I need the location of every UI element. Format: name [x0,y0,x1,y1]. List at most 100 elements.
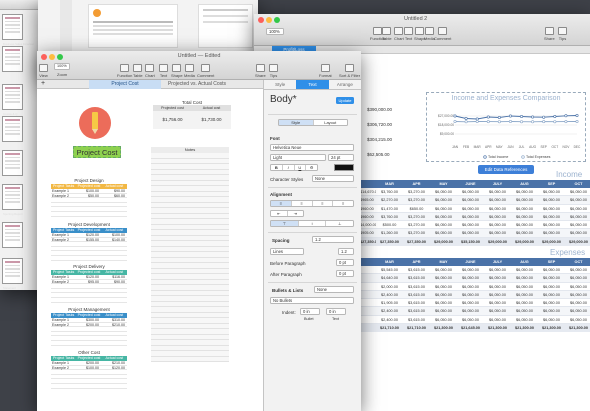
tab-text[interactable]: Text [296,80,329,89]
paragraph-style-name[interactable]: Body* [270,94,297,105]
empty-row[interactable] [51,256,127,261]
character-styles-select[interactable]: None [312,175,354,182]
font-weight-select[interactable]: Light [270,154,326,161]
template-thumbnail[interactable] [2,222,23,248]
style-layout-segment[interactable]: Style Layout [278,119,348,126]
table-row[interactable]: $965.00 $2,270.00 $3,270.00 $6,050.00 $6,050… [360,196,590,205]
table-row[interactable]: Example 2 $200.00 $210.00 [51,323,127,328]
update-button[interactable]: Update [336,97,354,104]
zoom-select[interactable]: 100% [54,63,70,70]
tab-arrange[interactable]: Arrange [329,80,361,89]
section-table[interactable]: Project Design Project Tasks Projected cos… [51,178,127,217]
text-color-well[interactable] [334,164,354,171]
table-row[interactable]: $2,400.00 $3,615.00 $6,050.00 $6,050.00 $6,0… [360,316,590,325]
toolbar-share-button[interactable]: Share [544,27,555,41]
toolbar-media-button[interactable]: Media [184,64,195,78]
toolbar-comment-button[interactable]: Comment [434,27,451,41]
template-thumbnail[interactable] [2,116,23,142]
toolbar-chart-button[interactable]: Chart [394,27,404,41]
tab-projected-vs-actual[interactable]: Projected vs. Actual Costs [161,80,233,89]
template-thumbnail[interactable]: Business Sales Forecast [2,14,34,46]
tab-project-cost[interactable]: Project Cost [89,80,161,89]
table-row[interactable]: $905.00 $1,260.00 $3,270.00 $6,050.00 $6,050… [360,229,590,238]
gear-icon[interactable]: ⚙ [306,165,317,170]
total-row[interactable]: $27,350.00$27,350.00$27,350.00$29,000.00… [360,237,590,247]
template-thumbnail[interactable]: Sporting Report [2,184,23,216]
expense-table[interactable]: MARAPRMAYJUNEJULYAUGSEPOCTNOVDEC$5,545.0… [360,258,590,333]
bold-button[interactable]: B [271,165,283,170]
template-thumbnail[interactable]: Statement [2,258,23,290]
total-cost-table[interactable]: Total Cost Projected cost Actual cost $1… [153,100,231,129]
table-row[interactable]: $5,545.00 $3,615.00 $6,050.00 $6,050.00 $6,0… [360,266,590,275]
align-right-icon[interactable]: ≡ [313,201,334,206]
table-row[interactable]: $1,905.00 $3,615.00 $6,050.00 $6,050.00 $6,0… [360,299,590,308]
decrease-indent-icon[interactable]: ⇤ [271,211,288,216]
table-row[interactable]: $4,000.00 $500.00 $3,270.00 $6,050.00 $6,050… [360,221,590,230]
empty-row[interactable] [51,212,127,217]
italic-button[interactable]: I [283,165,295,170]
income-table[interactable]: MARAPRMAYJUNEJULYAUGSEPOCTNOVDEC$14,670.… [360,180,590,247]
lines-value-field[interactable]: 1.2 [338,248,354,255]
toolbar-text-button[interactable]: Text [159,64,168,78]
spacing-select[interactable]: 1.2 [312,236,354,243]
toolbar-table-button[interactable]: Table [382,27,392,41]
valign-top-icon[interactable]: ⊤ [271,221,299,226]
subtab-style[interactable]: Style [279,120,314,125]
bullets-lists-select[interactable]: None [314,286,354,293]
no-bullets-select[interactable]: No Bullets [270,297,354,304]
align-left-icon[interactable]: ≡ [271,201,292,206]
table-row[interactable]: $14,670.00 $3,760.00 $3,270.00 $6,050.00 $6,… [360,188,590,197]
template-thumbnail[interactable]: Invoice & Q [2,84,23,116]
text-indent-field[interactable]: 0 in [326,308,346,315]
font-size-field[interactable]: 24 pt [328,154,354,161]
bullet-indent-field[interactable]: 0 in [300,308,320,315]
tab-style[interactable]: Style [264,80,296,89]
table-row[interactable]: $2,400.00 $3,615.00 $6,050.00 $6,050.00 $6,0… [360,307,590,316]
table-row[interactable]: $4,640.00 $3,615.00 $6,050.00 $6,050.00 $6,0… [360,274,590,283]
font-family-select[interactable]: Helvetica Neue [270,144,354,151]
after-paragraph-field[interactable]: 0 pt [336,270,354,277]
toolbar-text-button[interactable]: Text [404,27,413,41]
notes-area[interactable] [151,153,229,362]
horizontal-alignment[interactable]: ≡ ≡ ≡ ≡ [270,200,354,207]
income-expenses-chart[interactable]: Income and Expenses Comparison $27,000.0… [426,92,586,162]
template-thumbnail[interactable] [2,46,23,72]
back-zoom-select[interactable]: 100% [266,28,284,35]
table-row[interactable]: $2,400.00 $3,615.00 $6,050.00 $6,050.00 $6,0… [360,290,590,300]
valign-middle-icon[interactable]: ↕ [299,221,327,226]
total-row[interactable]: $21,710.00 $21,710.00 $21,300.00 $21,645.00… [360,324,590,333]
align-justify-icon[interactable]: ≡ [333,201,353,206]
empty-row[interactable] [51,341,127,346]
edit-data-references-button[interactable]: Edit Data References [478,165,534,174]
before-paragraph-field[interactable]: 0 pt [336,259,354,266]
toolbar-format-button[interactable]: Format [319,64,332,78]
toolbar-shape-button[interactable]: Shape [171,64,183,78]
section-table[interactable]: Project Management Project Tasks Projected… [51,307,127,346]
table-row[interactable]: $2,000.00 $3,615.00 $6,050.00 $6,050.00 $6,0… [360,283,590,291]
table-row[interactable]: Example 2 $100.00 $120.00 [51,366,127,371]
underline-button[interactable]: U [295,165,307,170]
table-row[interactable]: $960.00 $3,760.00 $3,270.00 $6,050.00 $6,050… [360,212,590,222]
table-row[interactable]: Example 2 $95.00 $90.00 [51,280,127,285]
increase-indent-icon[interactable]: ⇥ [288,211,304,216]
indent-buttons[interactable]: ⇤ ⇥ [270,210,304,217]
table-row[interactable]: Example 2 $155.00 $140.00 [51,238,127,243]
toolbar-comment-button[interactable]: Comment [197,64,214,78]
valign-bottom-icon[interactable]: ⊥ [326,221,353,226]
toolbar-sort-filter-button[interactable]: Sort & Filter [339,64,360,78]
toolbar-table-button[interactable]: Table [133,64,143,78]
toolbar-view-button[interactable]: View [39,64,48,78]
table-row[interactable]: Example 2 $50.00 $60.00 [51,194,127,199]
toolbar-function-button[interactable]: Function [117,64,132,78]
empty-row[interactable] [51,384,127,389]
lines-select[interactable]: Lines [270,248,304,255]
align-center-icon[interactable]: ≡ [292,201,313,206]
template-thumbnail[interactable] [2,150,23,176]
toolbar-tips-button[interactable]: Tips [269,64,278,78]
table-row[interactable]: $960.00 $1,470.00 $650.00 $6,050.00 $6,050.0… [360,205,590,213]
empty-row[interactable] [51,298,127,303]
vertical-alignment[interactable]: ⊤ ↕ ⊥ [270,220,354,227]
section-table[interactable]: Project Delivery Project Tasks Projected c… [51,264,127,303]
text-style-buttons[interactable]: B I U ⚙ [270,164,318,171]
section-table[interactable]: Project Development Project Tasks Projecte… [51,222,127,261]
